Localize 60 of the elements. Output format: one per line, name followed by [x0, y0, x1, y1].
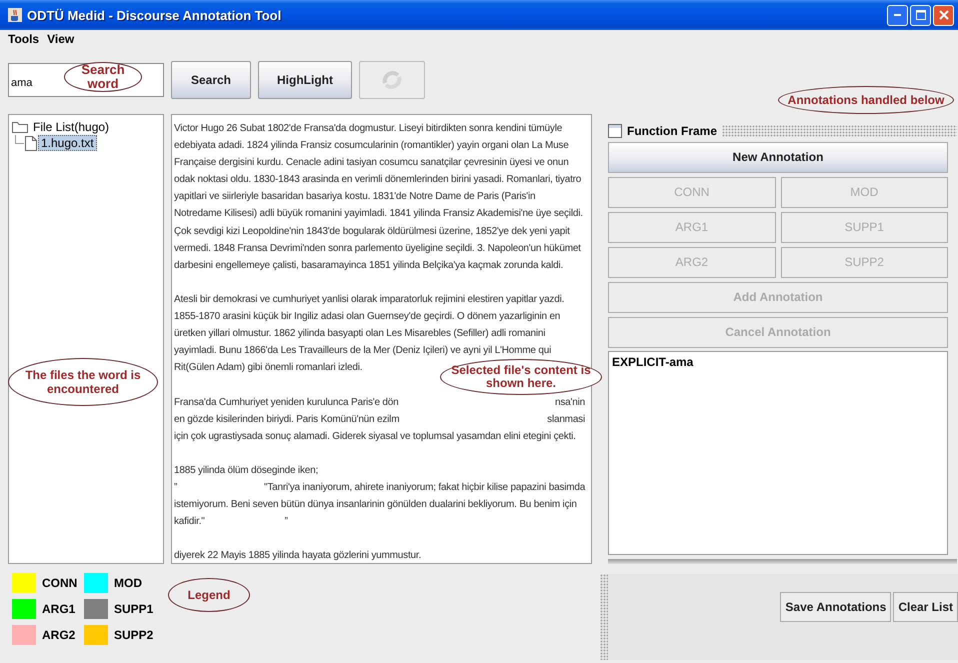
text-line: vermedi. 1848 Fransa Devrimi'nden sonra parlemento üyeligine seçildi. 3. Napoleon'un hükümet	[174, 242, 581, 256]
tree-connector-icon	[15, 135, 24, 144]
text-line: 1885 yilinda ölüm döseginde iken;	[174, 464, 318, 478]
grip-handle[interactable]	[722, 124, 957, 137]
legend-label: ARG1	[42, 602, 76, 616]
file-icon	[25, 136, 37, 150]
circular-arrows-icon	[380, 69, 403, 91]
text-line: odak noktasi oldu. 1830-1843 arasinda en verimli dönemlerinden birini yasadi. Romanlari, tiyatro	[174, 173, 582, 188]
text-line: kafidir."	[174, 515, 205, 530]
text-line: 1855-1870 arasini küçük bir Ingiliz adasi olan Guernsey'de geçirdi. O dönem yazarliginin en	[174, 310, 560, 324]
text-line: slanmasi	[547, 412, 585, 427]
tree-item[interactable]: 1.hugo.txt	[38, 135, 97, 151]
text-line: ”	[174, 480, 178, 495]
legend-label: CONN	[42, 576, 78, 590]
list-button[interactable]: Save Annotations	[780, 592, 892, 622]
text-line: edebiyata adadi. 1824 yilinda Fransiz cosumcularinin (romantikler) yayin organi olan La Muse	[174, 139, 569, 154]
text-line: "Tanri'ya inaniyorum, ahirete inaniyorum; fakat hiçbir kilise papazini basimda	[264, 480, 586, 495]
coffee-cup-icon	[8, 8, 22, 22]
frame-icon	[608, 124, 622, 138]
text-line: darbesini engellemeye çalisti, basaramayinca 1851 yilinda Belçika'ya kaçmak zorunda kaldi.	[174, 258, 564, 273]
text-line: Fransa'da Cumhuriyet yeniden kurulunca Paris'e dön	[174, 396, 399, 410]
legend-label: ARG2	[42, 628, 76, 642]
text-line: üretken yillari olmustur. 1862 yilinda basyapti olan Les Misarebles (Sefiller) adli romanini	[174, 327, 546, 342]
list-button[interactable]: Clear List	[893, 592, 958, 622]
text-line: yayimladi. Bunu 1866'da Les Travailleurs de la Mer (Deniz Içileri) ve ayni yil L'Homme qui	[174, 344, 552, 358]
text-line: en gözde kisilerinden biriydi. Paris Komünü'nün ezilm	[174, 412, 400, 427]
text-line: Notredame Kilisesi) adli büyük romanini yayimladi. 1841 yilinda Fransiz Akademisi'ne üye seçildi.	[174, 207, 583, 222]
frame-title: Function Frame	[627, 124, 718, 138]
maximize-button[interactable]	[910, 4, 931, 26]
legend-label: SUPP2	[114, 628, 154, 642]
window-title: ODTÜ Medid - Discourse Annotation Tool	[27, 8, 282, 22]
minimize-icon	[894, 14, 901, 16]
text-line: için çok ugrastiysada sonuç alamadi. Giderek siyasal ve toplumsal yasamdan elini etegini çekti.	[174, 430, 576, 444]
legend-label: SUPP1	[114, 602, 154, 616]
text-line: Victor Hugo 26 Subat 1802'de Fransa'da dogmustur. Liseyi bitirdikten sonra kendini tümüyle	[174, 122, 562, 136]
text-line: Çok sevdigi kizi Leopoldine'nin 1843'de bogularak öldürülmesi üzerine, 1852'ye dek yeni yapit	[174, 224, 570, 239]
text-line: Atesli bir demokrasi ve cumhuriyet yanlisi olarak imparatorluk rejimini elestiren yapitlar yazdi.	[174, 292, 564, 307]
toolbar-button[interactable]: HighLight	[258, 61, 352, 99]
maximize-icon	[916, 10, 926, 20]
text-line: istemiyorum. Beni seven bütün dünya insanlarinin gönülden dualarini bekliyorum. Bu benim için	[174, 498, 577, 512]
text-line: Rit(Gülen Adam) gibi önemli romanlari izledi.	[174, 361, 362, 376]
toolbar-button[interactable]: Search	[171, 61, 251, 99]
callout-bubble: Annotations handled below	[778, 86, 954, 114]
callout-bubble: Legend	[168, 578, 250, 612]
legend-label: MOD	[114, 576, 142, 590]
text-line: nsa'nin	[555, 396, 585, 410]
close-button[interactable]	[933, 4, 954, 26]
text-line: yapitlari ve siirleriyle basaridan basariya kostu. 1831'de Notre Dame de Paris (Paris'in	[174, 190, 536, 204]
annotation-button[interactable]: New Annotation	[608, 142, 948, 173]
text-line: diyerek 22 Mayis 1885 yilinda hayata gözlerini yummustur.	[174, 549, 422, 563]
menu-item[interactable]: View	[47, 32, 74, 50]
close-icon	[938, 10, 948, 20]
grip-handle[interactable]	[600, 574, 608, 660]
text-line: Française dergisini kurdu. Cenacle adini tasiyan cosumcu sanatçilar çevresinin üyesi ve onun	[174, 156, 569, 170]
menu-item[interactable]: Tools	[8, 32, 40, 50]
tree-item[interactable]: File List(hugo)	[31, 120, 112, 134]
splitter-handle[interactable]	[608, 559, 957, 564]
text-line: ”	[284, 515, 288, 530]
list-item[interactable]: EXPLICIT-ama	[612, 354, 944, 369]
minimize-button[interactable]	[887, 4, 908, 26]
